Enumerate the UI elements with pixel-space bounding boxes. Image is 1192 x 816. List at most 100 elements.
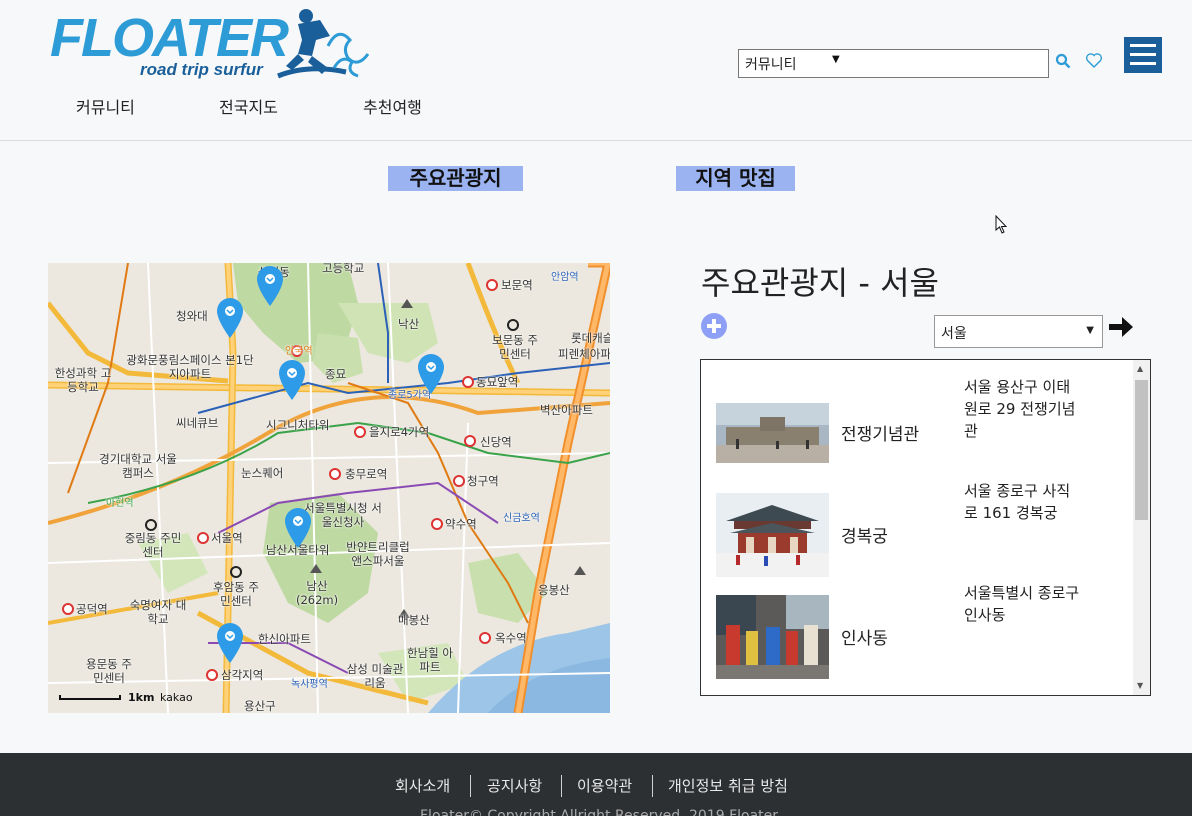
map-label: 약수역 — [445, 517, 477, 531]
map-label: 반얀트리클럽 앤스파서울 — [346, 540, 410, 568]
surfer-logo-icon — [277, 9, 370, 79]
map-label: 안국역 — [285, 346, 313, 357]
attraction-thumbnail — [716, 403, 829, 463]
map-label: 보문역 — [501, 278, 533, 292]
map-label: 서울특별시청 서울신청사 — [304, 501, 382, 529]
attraction-name: 전쟁기념관 — [841, 425, 920, 445]
map-label: 매봉산 — [398, 613, 430, 627]
map-label: 낙산 — [398, 317, 420, 331]
map-label: 한신아파트 — [258, 632, 311, 646]
map-pin-icon[interactable] — [216, 297, 244, 339]
list-item[interactable]: 전쟁기념관 서울 용산구 이태원로 29 전쟁기념관 — [716, 376, 1126, 476]
map-label: 벽산아파트 — [540, 403, 593, 417]
map-label: 청구역 — [467, 474, 499, 488]
kakao-attribution: kakao — [160, 691, 193, 704]
mouse-cursor-icon — [995, 215, 1008, 234]
attraction-name: 인사동 — [841, 629, 888, 649]
map-label: 녹사평역 — [291, 679, 328, 690]
map-label: 옥수역 — [495, 631, 527, 645]
map-label: 시그니처타워 — [266, 418, 330, 432]
map-scale-label: 1km — [128, 691, 155, 704]
hamburger-menu-icon[interactable] — [1124, 37, 1162, 73]
map-label: 중림동 주민센터 — [124, 531, 182, 559]
floater-logo[interactable]: FLOATER road trip surfur — [48, 6, 373, 86]
map-pin-icon[interactable] — [417, 353, 445, 395]
attraction-address: 서울 용산구 이태원로 29 전쟁기념관 — [964, 378, 1076, 440]
map-label: 종묘 — [325, 367, 347, 381]
footer-link-privacy[interactable]: 개인정보 취급 방침 — [668, 775, 788, 796]
map-label: 롯데캐슬 — [571, 331, 610, 345]
map-label: 삼각지역 — [221, 668, 264, 682]
attraction-address: 서울특별시 종로구 인사동 — [964, 584, 1080, 624]
search-select-value: 커뮤니티 — [745, 57, 797, 73]
footer-links: 회사소개 공지사항 이용약관 개인정보 취급 방침 — [0, 775, 1192, 797]
attraction-address: 서울 종로구 사직로 161 경복궁 — [964, 482, 1071, 522]
map-label: 남산 (262m) — [296, 579, 339, 607]
map-background — [48, 263, 610, 713]
footer-link-terms[interactable]: 이용약관 — [577, 775, 632, 796]
map-label: 동묘앞역 — [476, 375, 519, 389]
list-item[interactable]: 경복궁 서울 종로구 사직로 161 경복궁 — [716, 478, 1126, 578]
list-item[interactable]: 인사동 서울특별시 종로구 인사동 — [716, 580, 1126, 680]
attraction-name: 경복궁 — [841, 527, 888, 547]
map-label: 을지로4가역 — [369, 425, 430, 439]
map-label: 숙명여자 대학교 — [129, 598, 187, 626]
attraction-thumbnail — [716, 493, 829, 577]
region-select[interactable]: 서울 ▼ — [934, 315, 1103, 348]
heart-icon[interactable] — [1085, 52, 1103, 69]
site-header: FLOATER road trip surfur 커뮤니티 전국지도 추천여행 … — [0, 0, 1192, 141]
map-pin-icon[interactable] — [284, 507, 312, 549]
footer-divider — [470, 775, 471, 797]
map-label: 신금호역 — [503, 513, 540, 524]
map-label: 안암역 — [551, 272, 579, 283]
map-pin-icon[interactable] — [256, 265, 284, 307]
map-label: 공덕역 — [76, 602, 108, 616]
footer-link-about[interactable]: 회사소개 — [395, 775, 450, 796]
map-label: 고등학교 — [322, 263, 365, 275]
map-label: 서울역 — [211, 531, 243, 545]
panel-title: 주요관광지 - 서울 — [701, 264, 939, 302]
map-label: 삼성 미술관리움 — [346, 662, 404, 690]
scrollbar-thumb[interactable] — [1135, 380, 1148, 520]
logo-subtitle: road trip surfur — [140, 60, 263, 79]
map-label: 아현역 — [106, 498, 134, 509]
map-label: 경기대학교 서울캠퍼스 — [99, 452, 177, 480]
nav-recommended-travel[interactable]: 추천여행 — [363, 94, 422, 118]
scroll-up-icon[interactable]: ▲ — [1137, 364, 1143, 373]
arrow-right-icon[interactable] — [1107, 313, 1135, 341]
attraction-list[interactable]: 전쟁기념관 서울 용산구 이태원로 29 전쟁기념관 경복궁 서울 종로구 사직… — [700, 359, 1151, 696]
map-label: 피렌체아파트 — [558, 347, 610, 361]
region-select-value: 서울 — [941, 326, 967, 342]
map-label: 청와대 — [176, 309, 208, 323]
map-pin-icon[interactable] — [278, 359, 306, 401]
nav-national-map[interactable]: 전국지도 — [219, 94, 278, 118]
map-label: 용문동 주민센터 — [86, 657, 132, 685]
footer-divider — [561, 775, 562, 797]
chevron-down-icon: ▼ — [1086, 325, 1094, 336]
map-label: 눈스퀘어 — [241, 466, 284, 480]
map-label: 광화문풍림스페이스 본1단지아파트 — [126, 353, 254, 381]
map-label: 한남힐 아파트 — [407, 646, 453, 674]
scroll-down-icon[interactable]: ▼ — [1137, 681, 1143, 690]
list-scrollbar[interactable]: ▲ ▼ — [1133, 360, 1150, 695]
site-footer: 회사소개 공지사항 이용약관 개인정보 취급 방침 Floater© Copyr… — [0, 753, 1192, 816]
nav-community[interactable]: 커뮤니티 — [76, 94, 135, 118]
map-label: 씨네큐브 — [176, 416, 219, 430]
map-label: 한성과학 고등학교 — [54, 366, 112, 394]
map-label: 응봉산 — [538, 583, 570, 597]
search-category-select[interactable]: 커뮤니티 ▼ — [738, 49, 1049, 78]
tab-local-restaurants[interactable]: 지역 맛집 — [676, 166, 795, 191]
tab-major-attractions[interactable]: 주요관광지 — [388, 166, 523, 191]
map-label: 보문동 주민센터 — [492, 333, 538, 361]
attraction-thumbnail — [716, 595, 829, 679]
kakao-map[interactable]: 삼청동 고등학교 보문역 안암역 청와대 낙산 롯데캐슬 보문동 주민센터 피렌… — [48, 263, 610, 713]
map-label: 신당역 — [480, 435, 512, 449]
copyright-text: Floater© Copyright Allright Reserved. 20… — [420, 808, 779, 816]
search-icon[interactable] — [1055, 53, 1071, 69]
chevron-down-icon: ▼ — [832, 54, 840, 65]
add-plus-icon[interactable] — [701, 313, 727, 339]
footer-divider — [652, 775, 653, 797]
map-label: 용산구 — [244, 699, 276, 713]
footer-link-notice[interactable]: 공지사항 — [487, 775, 542, 796]
map-pin-icon[interactable] — [216, 622, 244, 664]
